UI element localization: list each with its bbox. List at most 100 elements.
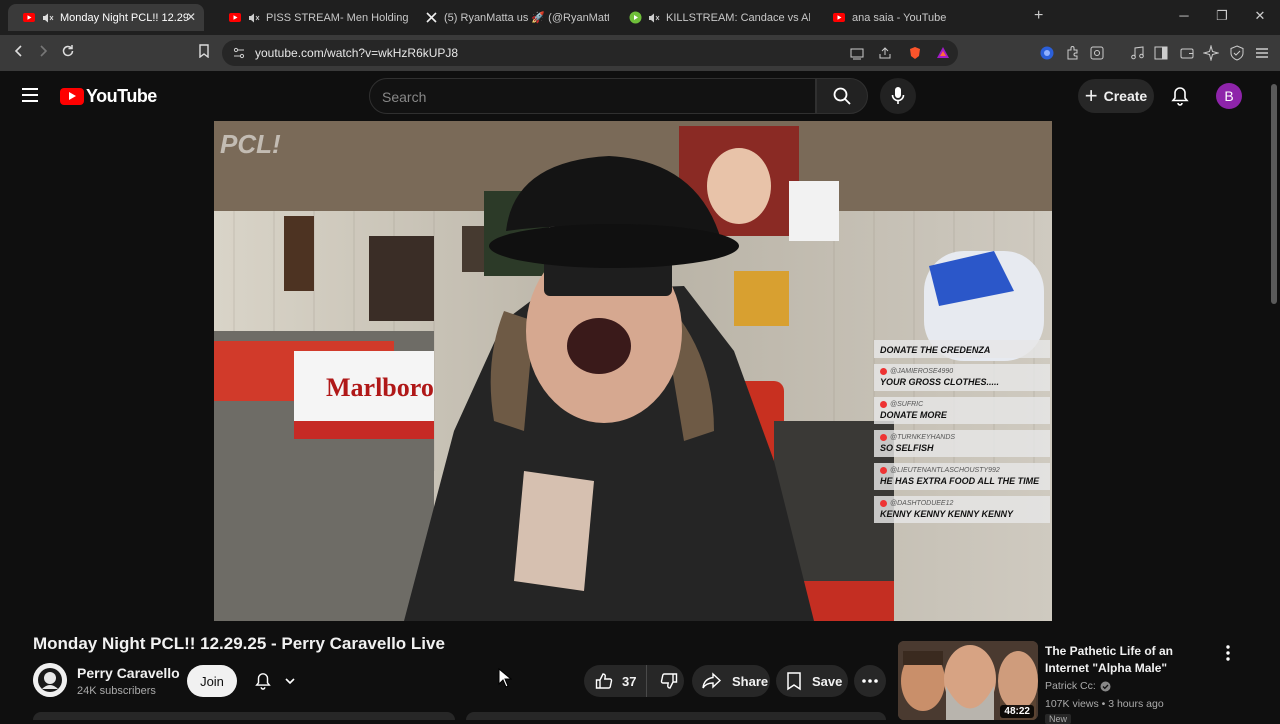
save-label: Save: [812, 673, 843, 689]
brave-rewards-icon[interactable]: [936, 46, 950, 60]
brave-shields-icon[interactable]: [908, 46, 922, 60]
browser-toolbar: youtube.com/watch?v=wkHzR6kUPJ8: [0, 35, 1280, 71]
chat-message: @LIEUTENANTLASCHOUSTY992 HE HAS EXTRA FO…: [874, 463, 1050, 490]
create-button[interactable]: + Create: [1078, 79, 1154, 113]
chat-text: KENNY KENNY KENNY KENNY: [880, 509, 1014, 519]
site-info-icon[interactable]: [232, 46, 246, 60]
media-controls-icon[interactable]: [1129, 45, 1145, 61]
browser-tab-bar: Monday Night PCL!! 12.29.25 ✕ PISS STREA…: [0, 0, 1280, 35]
search-icon: [833, 87, 851, 105]
subscription-notifications-button[interactable]: [248, 665, 302, 697]
share-label: Share: [732, 673, 769, 689]
browser-menu-icon[interactable]: [1254, 45, 1270, 61]
mouse-cursor-icon: [498, 668, 512, 688]
youtube-dot-icon: [880, 368, 887, 375]
cast-icon[interactable]: [850, 46, 864, 60]
sidebar-toggle-icon[interactable]: [1153, 45, 1169, 61]
subscriber-count: 24K subscribers: [77, 685, 156, 697]
recommended-channel[interactable]: Patrick Cc:: [1045, 680, 1111, 692]
thumbs-down-icon: [661, 673, 678, 689]
x-icon: [424, 11, 438, 25]
url-text: youtube.com/watch?v=wkHzR6kUPJ8: [255, 46, 459, 60]
join-button[interactable]: Join: [187, 665, 237, 697]
page-scrollbar[interactable]: [1268, 72, 1280, 720]
verified-check-icon: [1100, 681, 1111, 691]
close-tab-icon[interactable]: ✕: [186, 10, 196, 24]
svg-text:Marlboro: Marlboro: [326, 373, 434, 402]
tab-monday-night-pcl[interactable]: Monday Night PCL!! 12.29.25 ✕: [8, 4, 204, 31]
share-button[interactable]: Share: [692, 665, 770, 697]
more-actions-button[interactable]: [854, 665, 886, 697]
youtube-icon: [22, 11, 36, 25]
tab-ana-saia[interactable]: ana saia - YouTube: [818, 4, 1014, 31]
youtube-dot-icon: [880, 401, 887, 408]
recommended-video-thumbnail[interactable]: 48:22: [898, 641, 1038, 720]
share-arrow-icon: [702, 672, 722, 689]
video-title: Monday Night PCL!! 12.29.25 - Perry Cara…: [33, 634, 445, 653]
youtube-logo-text: YouTube: [86, 86, 157, 106]
guide-menu-button[interactable]: [22, 88, 38, 102]
screenshot-icon[interactable]: [1089, 45, 1105, 61]
microphone-icon: [891, 87, 905, 104]
speaker-muted-icon[interactable]: [648, 12, 660, 24]
youtube-icon: [228, 11, 242, 25]
leo-ai-icon[interactable]: [1202, 44, 1220, 62]
like-dislike-group: 37: [584, 665, 684, 697]
tab-title: PISS STREAM- Men Holding Han: [266, 11, 410, 24]
save-button[interactable]: Save: [776, 665, 848, 697]
account-avatar[interactable]: B: [1216, 83, 1242, 109]
thumbs-up-icon: [595, 673, 613, 689]
tab-killstream[interactable]: KILLSTREAM: Candace vs Alex Ra: [614, 4, 810, 31]
address-bar[interactable]: youtube.com/watch?v=wkHzR6kUPJ8: [222, 40, 958, 66]
brave-shield-menu-icon[interactable]: [1229, 45, 1245, 61]
plus-icon: +: [1084, 83, 1098, 108]
scrollbar-thumb[interactable]: [1271, 84, 1277, 304]
chat-username: @DASHTODUEE12: [890, 500, 954, 507]
create-label: Create: [1103, 88, 1148, 104]
forward-button[interactable]: [34, 44, 52, 62]
speaker-muted-icon[interactable]: [248, 12, 260, 24]
youtube-dot-icon: [880, 500, 887, 507]
search-button[interactable]: [816, 78, 868, 114]
youtube-icon: [832, 11, 846, 25]
chat-text: DONATE MORE: [880, 410, 947, 420]
chat-text: SO SELFISH: [880, 443, 934, 453]
dislike-button[interactable]: [647, 665, 691, 697]
voice-search-button[interactable]: [880, 78, 916, 114]
restore-button[interactable]: ❐: [1214, 8, 1230, 24]
channel-name[interactable]: Perry Caravello: [77, 665, 180, 681]
like-button[interactable]: 37: [584, 665, 648, 697]
tab-title: (5) RyanMatta us 🚀 (@RyanMattaM: [444, 12, 609, 24]
share-page-icon[interactable]: [878, 46, 892, 60]
youtube-logo[interactable]: YouTube: [60, 86, 157, 107]
tab-ryanmatta-x[interactable]: (5) RyanMatta us 🚀 (@RyanMattaM: [410, 4, 610, 31]
tab-title: ana saia - YouTube: [852, 11, 947, 24]
search-input[interactable]: [382, 87, 802, 107]
tab-title: Monday Night PCL!! 12.29.25: [60, 11, 188, 24]
vpn-icon[interactable]: [1039, 45, 1055, 61]
chat-text: YOUR GROSS CLOTHES.....: [880, 377, 1000, 387]
more-vertical-icon[interactable]: [1222, 644, 1234, 662]
chat-username: @LIEUTENANTLASCHOUSTY992: [890, 467, 1000, 474]
recommended-video-meta: 107K views • 3 hours ago: [1045, 698, 1164, 710]
recommended-video-title[interactable]: The Pathetic Life of an Internet "Alpha …: [1045, 643, 1220, 677]
new-tab-button[interactable]: +: [1034, 8, 1043, 24]
youtube-dot-icon: [880, 467, 887, 474]
channel-avatar[interactable]: [33, 663, 67, 697]
search-box: [369, 78, 816, 114]
bookmark-icon[interactable]: [195, 44, 213, 62]
chat-username: @TURNKEYHANDS: [890, 434, 956, 441]
tab-piss-stream[interactable]: PISS STREAM- Men Holding Han: [214, 4, 410, 31]
speaker-muted-icon[interactable]: [42, 12, 54, 24]
close-window-button[interactable]: ✕: [1252, 8, 1268, 24]
video-duration: 48:22: [1000, 705, 1034, 718]
extensions-icon[interactable]: [1065, 45, 1081, 61]
chat-header-text: DONATE THE CREDENZA: [880, 345, 991, 355]
chat-message: @DASHTODUEE12 KENNY KENNY KENNY KENNY: [874, 496, 1050, 523]
chat-username: @JAMIEROSE4990: [890, 368, 954, 375]
notifications-bell-icon[interactable]: [1170, 86, 1190, 106]
reload-button[interactable]: [59, 44, 77, 62]
wallet-icon[interactable]: [1179, 45, 1195, 61]
back-button[interactable]: [10, 44, 28, 62]
minimize-button[interactable]: ─: [1176, 8, 1192, 24]
